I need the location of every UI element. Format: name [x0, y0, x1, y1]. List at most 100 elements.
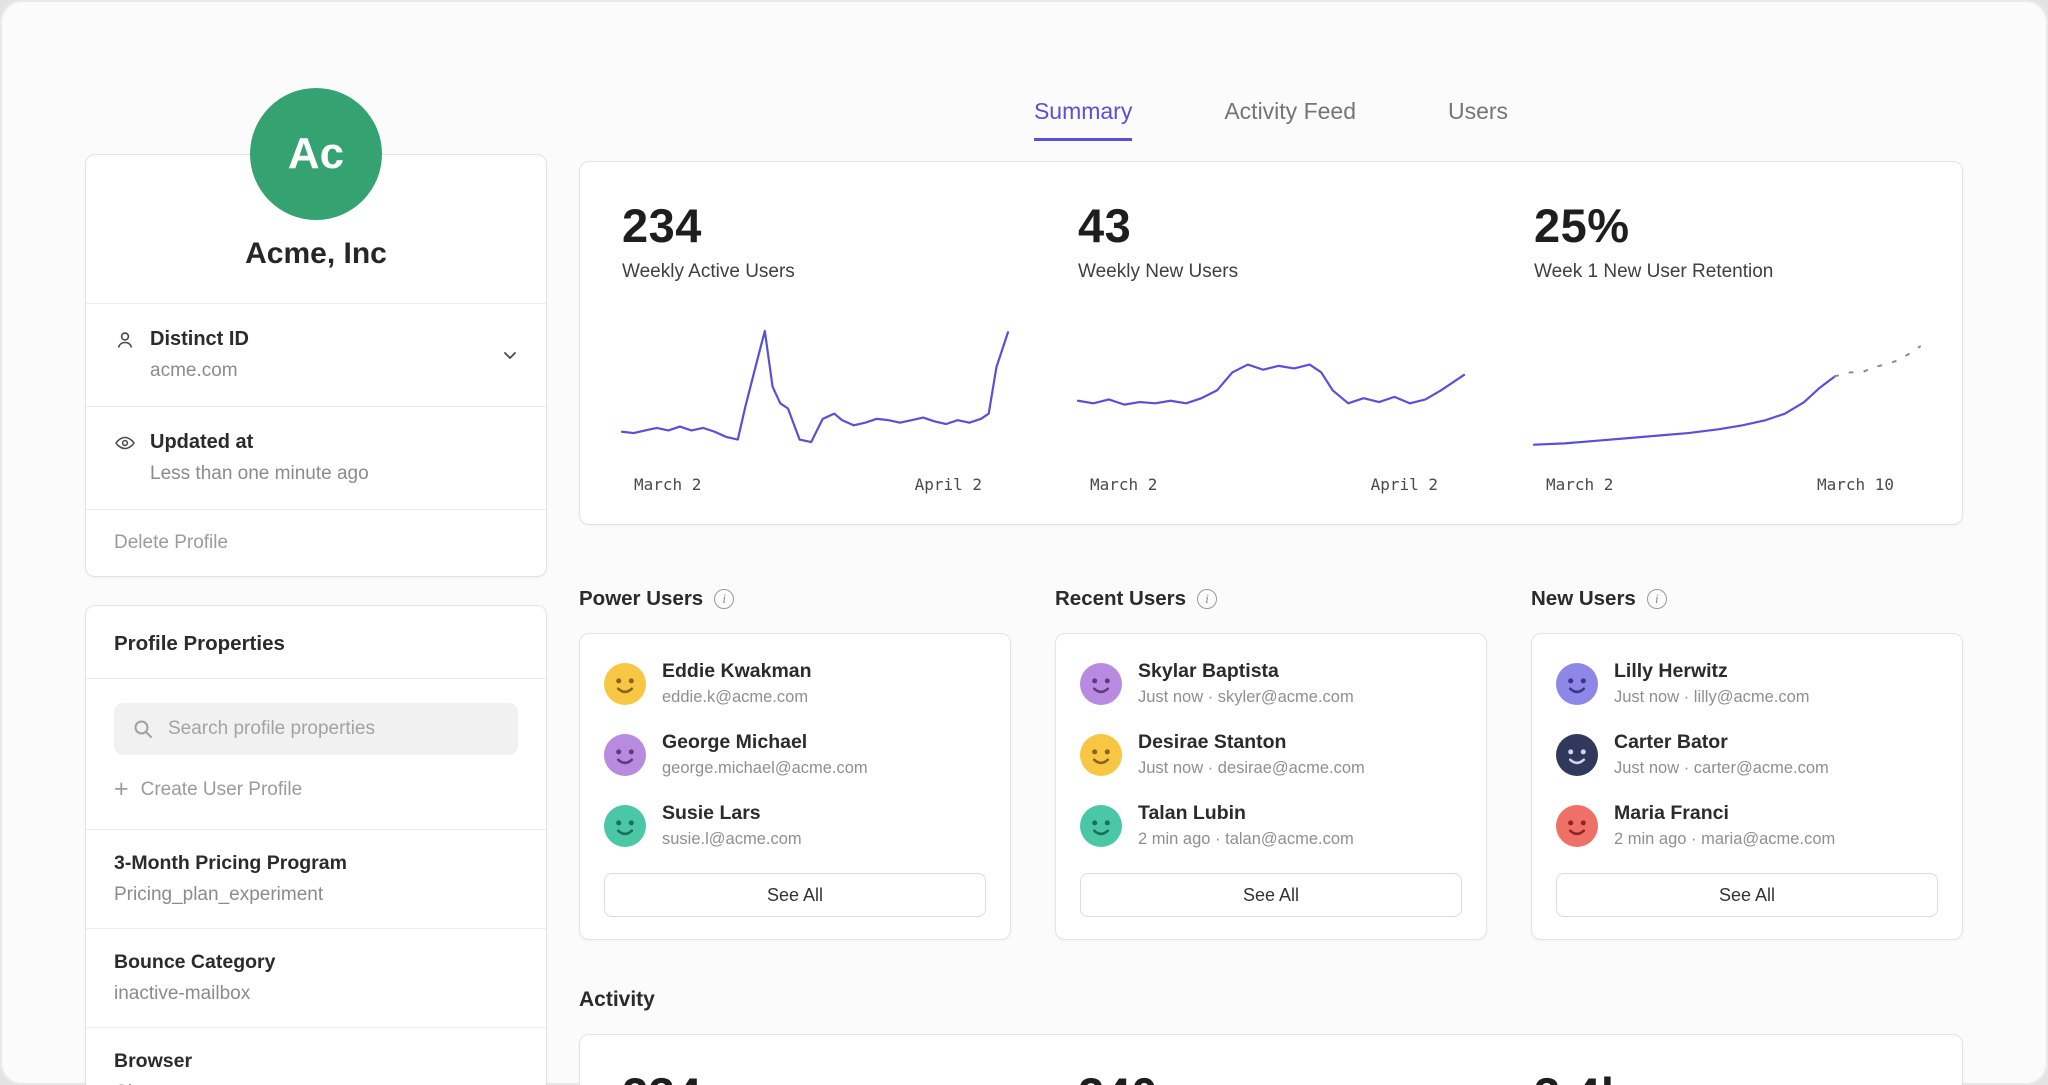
- user-name: Carter Bator: [1614, 731, 1829, 754]
- create-user-profile-button[interactable]: Create User Profile: [114, 777, 518, 803]
- recent-users-section: Recent Users Skylar Baptista Just now · …: [1055, 587, 1487, 940]
- stat-value: 234: [622, 198, 1008, 253]
- property-label: 3-Month Pricing Program: [114, 852, 518, 875]
- list-item[interactable]: Skylar Baptista Just now · skyler@acme.c…: [1080, 660, 1462, 707]
- new-users-section: New Users Lilly Herwitz Just now · lilly…: [1531, 587, 1963, 940]
- avatar: [604, 663, 646, 705]
- list-item[interactable]: Desirae Stanton Just now · desirae@acme.…: [1080, 731, 1462, 778]
- retention-chart: [1534, 323, 1920, 463]
- user-subtext: 2 min ago · maria@acme.com: [1614, 830, 1835, 849]
- updated-at-row: Updated at Less than one minute ago: [86, 406, 546, 509]
- user-name: Eddie Kwakman: [662, 660, 812, 683]
- user-subtext: Just now · skyler@acme.com: [1138, 688, 1354, 707]
- info-icon[interactable]: [714, 589, 734, 609]
- user-subtext: Just now · carter@acme.com: [1614, 759, 1829, 778]
- property-value: inactive-mailbox: [114, 983, 518, 1005]
- recent-users-header: Recent Users: [1055, 587, 1487, 611]
- list-item[interactable]: Talan Lubin 2 min ago · talan@acme.com: [1080, 802, 1462, 849]
- search-icon: [131, 717, 155, 746]
- avatar: [1080, 734, 1122, 776]
- distinct-id-value: acme.com: [150, 360, 518, 382]
- see-all-button[interactable]: See All: [1080, 873, 1462, 917]
- profile-sidebar: Ac Acme, Inc Distinct ID acme.com: [85, 88, 547, 1085]
- see-all-button[interactable]: See All: [1556, 873, 1938, 917]
- activity-stat-value: 240: [1078, 1067, 1464, 1085]
- power-users-section: Power Users Eddie Kwakman eddie.k@acme.c…: [579, 587, 1011, 940]
- property-label: Browser: [114, 1050, 518, 1073]
- activity-stat-value: 234: [622, 1067, 1008, 1085]
- stat-weekly-active-users: 234 Weekly Active Users March 2 April 2: [622, 198, 1008, 494]
- search-input[interactable]: [114, 703, 518, 755]
- avatar: [1080, 805, 1122, 847]
- property-row-pricing-program[interactable]: 3-Month Pricing Program Pricing_plan_exp…: [86, 829, 546, 928]
- x-axis-ticks: March 2 April 2: [622, 475, 1008, 494]
- user-name: Skylar Baptista: [1138, 660, 1354, 683]
- power-users-header: Power Users: [579, 587, 1011, 611]
- user-name: George Michael: [662, 731, 868, 754]
- avatar: [1556, 805, 1598, 847]
- list-item[interactable]: Susie Lars susie.l@acme.com: [604, 802, 986, 849]
- recent-users-card: Skylar Baptista Just now · skyler@acme.c…: [1055, 633, 1487, 940]
- summary-stats-card: 234 Weekly Active Users March 2 April 2 …: [579, 161, 1963, 525]
- info-icon[interactable]: [1197, 589, 1217, 609]
- x-axis-ticks: March 2 April 2: [1078, 475, 1464, 494]
- profile-tabs: Summary Activity Feed Users: [579, 98, 1963, 141]
- new-users-card: Lilly Herwitz Just now · lilly@acme.com …: [1531, 633, 1963, 940]
- user-subtext: 2 min ago · talan@acme.com: [1138, 830, 1354, 849]
- list-item[interactable]: George Michael george.michael@acme.com: [604, 731, 986, 778]
- list-item[interactable]: Maria Franci 2 min ago · maria@acme.com: [1556, 802, 1938, 849]
- list-item[interactable]: Lilly Herwitz Just now · lilly@acme.com: [1556, 660, 1938, 707]
- distinct-id-label: Distinct ID: [150, 328, 249, 351]
- eye-icon: [114, 432, 136, 454]
- main-content: Summary Activity Feed Users 234 Weekly A…: [579, 98, 1963, 1085]
- app-frame: Ac Acme, Inc Distinct ID acme.com: [0, 0, 2048, 1085]
- user-name: Susie Lars: [662, 802, 802, 825]
- updated-at-value: Less than one minute ago: [150, 463, 518, 485]
- user-subtext: Just now · lilly@acme.com: [1614, 688, 1810, 707]
- list-item[interactable]: Eddie Kwakman eddie.k@acme.com: [604, 660, 986, 707]
- user-lists: Power Users Eddie Kwakman eddie.k@acme.c…: [579, 587, 1963, 940]
- company-avatar: Ac: [250, 88, 382, 220]
- info-icon[interactable]: [1647, 589, 1667, 609]
- tab-activity-feed[interactable]: Activity Feed: [1224, 98, 1356, 141]
- create-user-profile-label: Create User Profile: [141, 779, 303, 801]
- stat-label: Weekly Active Users: [622, 261, 1008, 283]
- distinct-id-row[interactable]: Distinct ID acme.com: [86, 303, 546, 406]
- activity-stats-card: 234 240 3.4k: [579, 1034, 1963, 1085]
- tab-summary[interactable]: Summary: [1034, 98, 1132, 141]
- activity-section-title: Activity: [579, 988, 1963, 1012]
- list-item[interactable]: Carter Bator Just now · carter@acme.com: [1556, 731, 1938, 778]
- activity-stat-value: 3.4k: [1534, 1067, 1920, 1085]
- stat-label: Week 1 New User Retention: [1534, 261, 1920, 283]
- x-axis-ticks: March 2 March 10: [1534, 475, 1920, 494]
- delete-profile-button[interactable]: Delete Profile: [86, 509, 546, 576]
- profile-properties-title: Profile Properties: [86, 606, 546, 679]
- power-users-card: Eddie Kwakman eddie.k@acme.com George Mi…: [579, 633, 1011, 940]
- stat-label: Weekly New Users: [1078, 261, 1464, 283]
- new-users-header: New Users: [1531, 587, 1963, 611]
- avatar: [604, 734, 646, 776]
- user-name: Lilly Herwitz: [1614, 660, 1810, 683]
- profile-properties-card: Profile Properties Create User Profile 3…: [85, 605, 547, 1085]
- stat-weekly-new-users: 43 Weekly New Users March 2 April 2: [1078, 198, 1464, 494]
- person-icon: [114, 329, 136, 351]
- chevron-down-icon[interactable]: [500, 345, 520, 365]
- see-all-button[interactable]: See All: [604, 873, 986, 917]
- stat-value: 25%: [1534, 198, 1920, 253]
- weekly-active-users-chart: [622, 323, 1008, 463]
- user-subtext: Just now · desirae@acme.com: [1138, 759, 1365, 778]
- weekly-new-users-chart: [1078, 323, 1464, 463]
- avatar: [604, 805, 646, 847]
- plus-icon: [114, 777, 129, 803]
- user-subtext: george.michael@acme.com: [662, 759, 868, 778]
- property-row-browser[interactable]: Browser Chrome: [86, 1027, 546, 1085]
- user-subtext: eddie.k@acme.com: [662, 688, 812, 707]
- avatar: [1080, 663, 1122, 705]
- company-avatar-initials: Ac: [288, 129, 344, 179]
- user-subtext: susie.l@acme.com: [662, 830, 802, 849]
- tab-users[interactable]: Users: [1448, 98, 1508, 141]
- user-name: Maria Franci: [1614, 802, 1835, 825]
- avatar: [1556, 734, 1598, 776]
- avatar: [1556, 663, 1598, 705]
- property-row-bounce-category[interactable]: Bounce Category inactive-mailbox: [86, 928, 546, 1027]
